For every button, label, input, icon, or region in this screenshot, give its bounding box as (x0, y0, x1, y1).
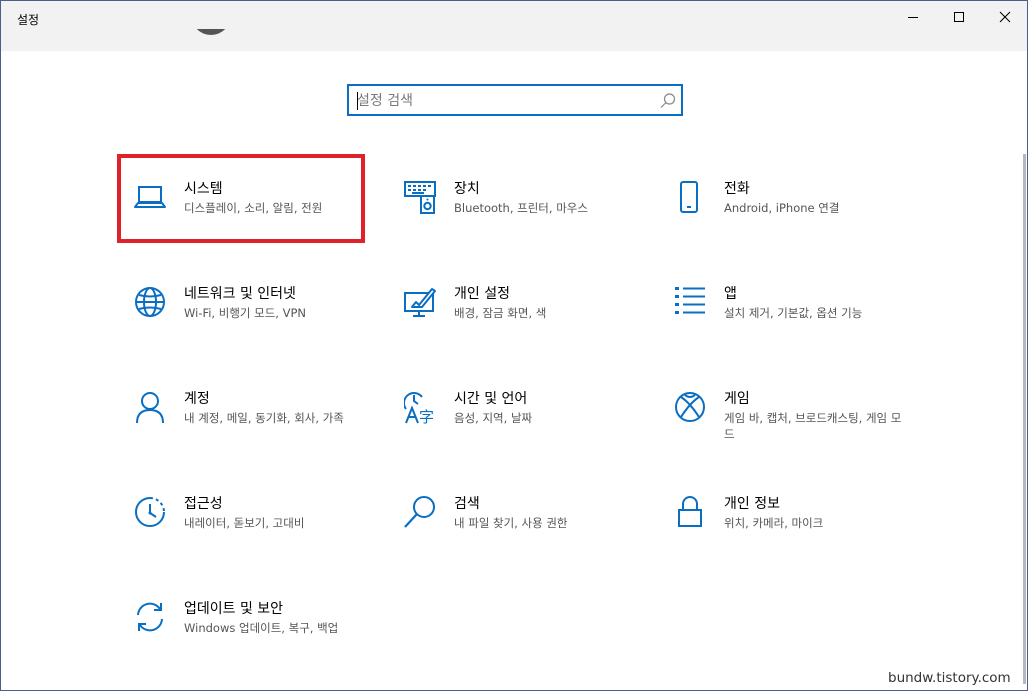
xbox-icon (674, 391, 708, 425)
globe-icon (134, 286, 168, 320)
maximize-icon (954, 12, 964, 22)
category-description: 위치, 카메라, 마이크 (724, 516, 824, 530)
category-description: 게임 바, 캡처, 브로드캐스팅, 게임 모드 (724, 411, 902, 441)
category-title: 네트워크 및 인터넷 (184, 286, 296, 302)
svg-text:字: 字 (419, 408, 434, 425)
category-title: 업데이트 및 보안 (184, 601, 284, 617)
category-ease-of-access[interactable]: 접근성 내레이터, 돋보기, 고대비 (134, 496, 374, 576)
category-title: 장치 (454, 181, 480, 197)
text-caret (357, 92, 358, 110)
search-input[interactable] (357, 90, 647, 112)
category-description: 내레이터, 돋보기, 고대비 (184, 516, 305, 530)
search-box[interactable] (347, 84, 683, 116)
person-icon (134, 391, 168, 425)
category-personalization[interactable]: 개인 설정 배경, 잠금 화면, 색 (404, 286, 644, 366)
minimize-button[interactable] (890, 1, 936, 33)
category-title: 개인 정보 (724, 496, 780, 512)
category-title: 게임 (724, 391, 750, 407)
magnifier-icon (404, 496, 438, 530)
category-description: Android, iPhone 연결 (724, 201, 840, 215)
category-description: Bluetooth, 프린터, 마우스 (454, 201, 588, 215)
title-bar: 설정 (1, 1, 1027, 51)
category-update-security[interactable]: 업데이트 및 보안 Windows 업데이트, 복구, 백업 (134, 601, 374, 681)
category-title: 검색 (454, 496, 480, 512)
category-description: 음성, 지역, 날짜 (454, 411, 533, 425)
category-description: 설치 제거, 기본값, 옵션 기능 (724, 306, 863, 320)
category-title: 시간 및 언어 (454, 391, 528, 407)
category-devices[interactable]: 장치 Bluetooth, 프린터, 마우스 (404, 181, 644, 261)
category-description: 배경, 잠금 화면, 색 (454, 306, 547, 320)
personalization-icon (404, 286, 438, 320)
category-title: 계정 (184, 391, 210, 407)
sync-icon (134, 601, 168, 635)
category-title: 접근성 (184, 496, 223, 512)
category-apps[interactable]: 앱 설치 제거, 기본값, 옵션 기능 (674, 286, 914, 366)
window-title: 설정 (17, 13, 40, 27)
ease-of-access-icon (134, 496, 168, 530)
search-icon[interactable] (659, 92, 677, 110)
category-title: 개인 설정 (454, 286, 510, 302)
category-gaming[interactable]: 게임 게임 바, 캡처, 브로드캐스팅, 게임 모드 (674, 391, 914, 471)
category-network[interactable]: 네트워크 및 인터넷 Wi-Fi, 비행기 모드, VPN (134, 286, 374, 366)
category-description: 내 계정, 메일, 동기화, 회사, 가족 (184, 411, 344, 425)
category-privacy[interactable]: 개인 정보 위치, 카메라, 마이크 (674, 496, 914, 576)
category-title: 앱 (724, 286, 737, 302)
category-time-language[interactable]: 字 시간 및 언어 음성, 지역, 날짜 (404, 391, 644, 471)
lock-icon (674, 496, 708, 530)
watermark: bundw.tistory.com (888, 670, 1011, 686)
close-icon (999, 11, 1011, 23)
apps-list-icon (674, 286, 708, 320)
highlight-box (117, 154, 365, 243)
keyboard-speaker-icon (404, 181, 438, 215)
time-language-icon: 字 (404, 391, 438, 425)
category-phone[interactable]: 전화 Android, iPhone 연결 (674, 181, 914, 261)
category-accounts[interactable]: 계정 내 계정, 메일, 동기화, 회사, 가족 (134, 391, 374, 471)
minimize-icon (908, 17, 918, 18)
maximize-button[interactable] (936, 1, 982, 33)
header-avatar-edge (191, 29, 231, 41)
category-description: Windows 업데이트, 복구, 백업 (184, 621, 339, 635)
scrollbar[interactable] (1023, 154, 1026, 684)
settings-window: 설정 설정 검색 시스템 디스플레이, 소리, 알림, 전원 장치 Blueto… (0, 0, 1028, 691)
category-description: 내 파일 찾기, 사용 권한 (454, 516, 568, 530)
close-button[interactable] (982, 1, 1027, 33)
category-title: 전화 (724, 181, 750, 197)
phone-icon (674, 181, 708, 215)
category-description: Wi-Fi, 비행기 모드, VPN (184, 306, 307, 320)
category-search[interactable]: 검색 내 파일 찾기, 사용 권한 (404, 496, 644, 576)
